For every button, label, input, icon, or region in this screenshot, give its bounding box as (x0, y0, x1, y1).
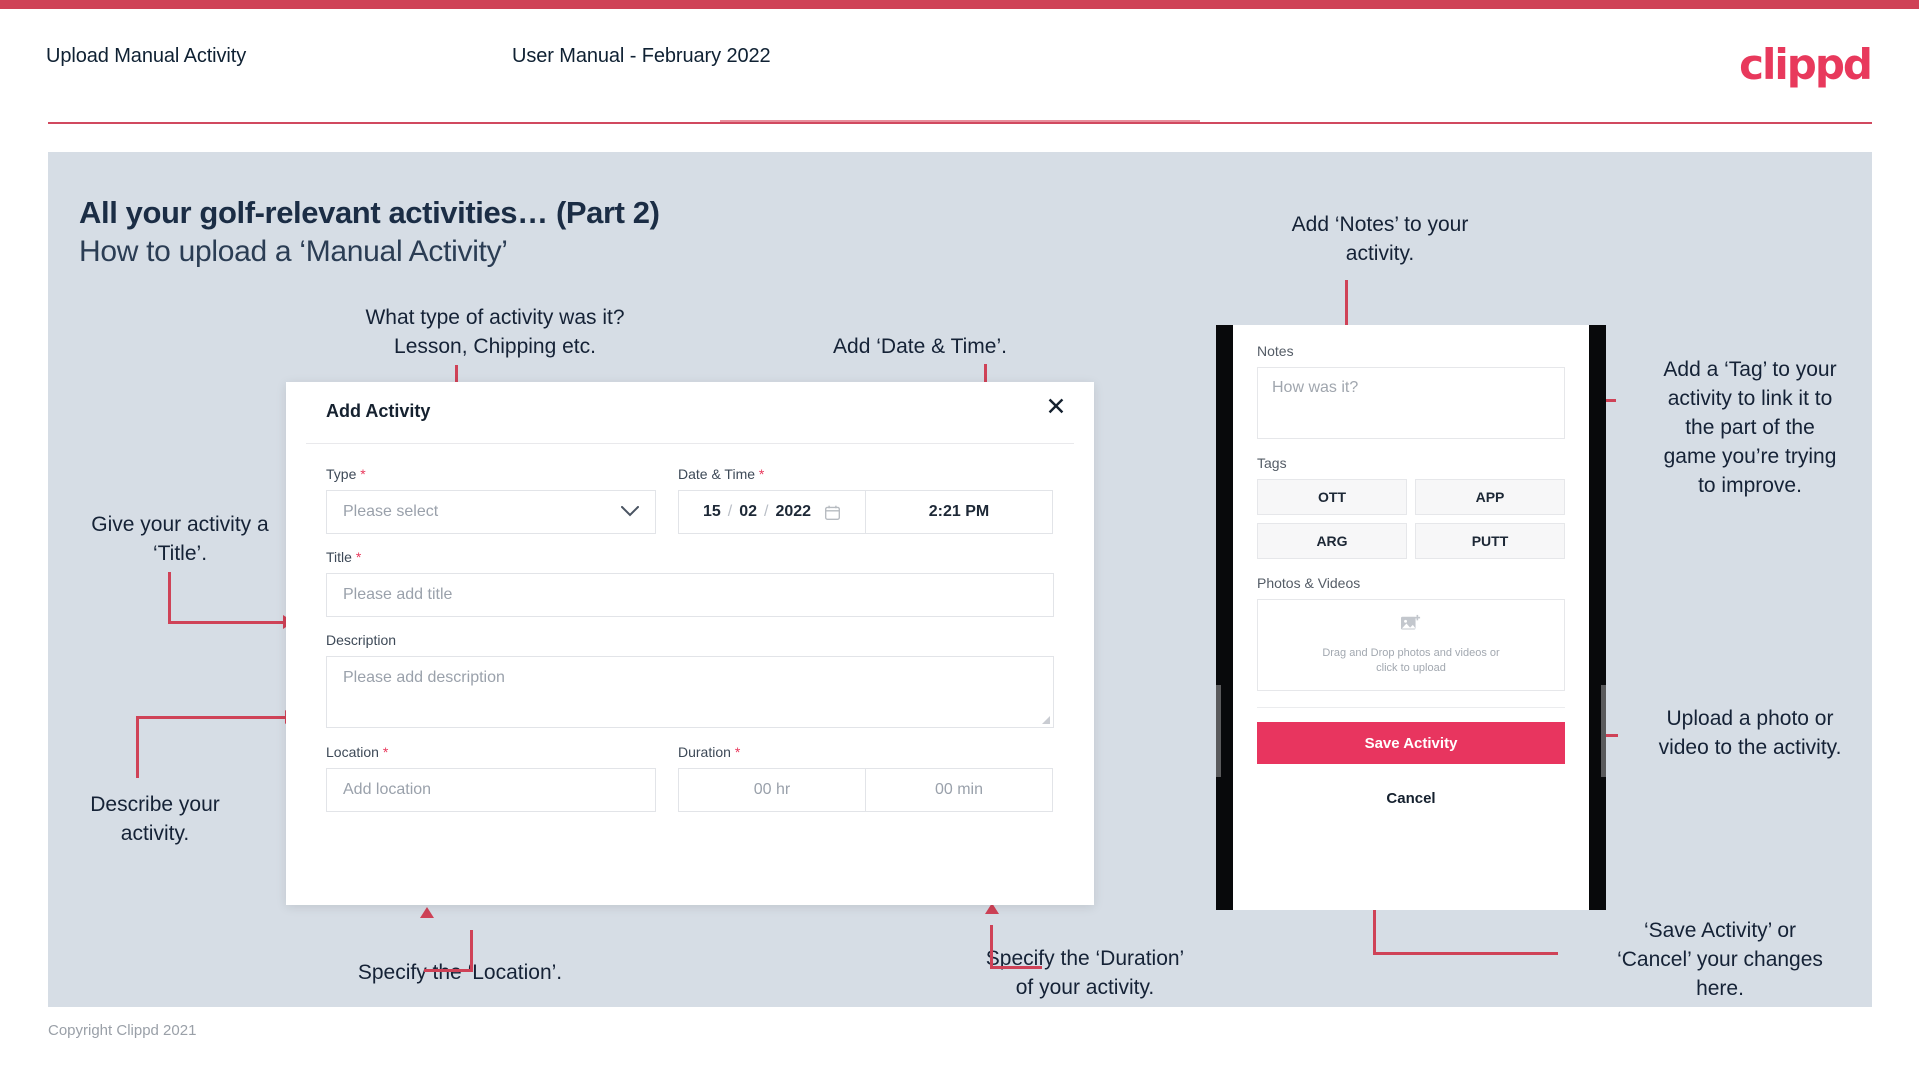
phone-bezel-left (1216, 325, 1233, 910)
photos-videos-label: Photos & Videos (1257, 575, 1361, 591)
annotation-upload: Upload a photo or video to the activity. (1658, 707, 1842, 759)
date-input[interactable]: 15 / 02 / 2022 (678, 490, 865, 534)
datetime-group: 15 / 02 / 2022 2:21 PM (678, 490, 1053, 534)
connector-describe-v (136, 716, 139, 778)
header-divider (48, 122, 1872, 124)
modal-header: Add Activity ✕ (306, 382, 1074, 444)
tags-label: Tags (1257, 455, 1287, 471)
notes-textarea[interactable]: How was it? (1257, 367, 1565, 439)
connector-location-h (424, 969, 473, 972)
type-placeholder: Please select (343, 503, 439, 520)
document-subtitle: User Manual - February 2022 (512, 45, 771, 67)
close-icon[interactable]: ✕ (1040, 392, 1072, 424)
duration-hours-input[interactable]: 00 hr (678, 768, 865, 812)
tag-putt[interactable]: PUTT (1415, 523, 1565, 559)
required-asterisk: * (360, 466, 366, 482)
annotation-duration: Specify the ‘Duration’ of your activity. (985, 947, 1185, 999)
tag-app[interactable]: APP (1415, 479, 1565, 515)
duration-group: 00 hr 00 min (678, 768, 1053, 812)
modal-body: Type * Please select Date & Time * 15 / (286, 444, 1094, 827)
date-sep-2: / (764, 503, 769, 520)
location-input[interactable]: Add location (326, 768, 656, 812)
annotation-datetime: Add ‘Date & Time’. (833, 335, 1007, 358)
date-sep-1: / (727, 503, 733, 520)
modal-title: Add Activity (326, 401, 431, 421)
description-label: Description (326, 632, 397, 648)
annotation-save: ‘Save Activity’ or ‘Cancel’ your changes… (1617, 919, 1823, 1000)
dropzone-text: Drag and Drop photos and videos or click… (1322, 647, 1500, 674)
duration-minutes-input[interactable]: 00 min (865, 768, 1053, 812)
add-image-icon (1400, 614, 1422, 639)
field-type: Type * Please select (326, 466, 656, 534)
tag-arg[interactable]: ARG (1257, 523, 1407, 559)
date-month: 02 (739, 503, 757, 520)
row-type-datetime: Type * Please select Date & Time * 15 / (326, 466, 1054, 549)
photo-dropzone[interactable]: Drag and Drop photos and videos or click… (1257, 599, 1565, 691)
connector-describe-h (136, 716, 288, 719)
slide-page: Upload Manual Activity User Manual - Feb… (0, 0, 1919, 1079)
field-title: Title * Please add title (326, 549, 1054, 617)
connector-save-h (1373, 952, 1558, 955)
save-activity-button[interactable]: Save Activity (1257, 722, 1565, 764)
annotation-location: Specify the ‘Location’. (357, 961, 563, 984)
chevron-down-icon (621, 503, 639, 521)
phone-volume-button-right (1601, 685, 1606, 777)
field-location: Location * Add location (326, 744, 656, 812)
connector-duration-v (990, 925, 993, 969)
time-input[interactable]: 2:21 PM (865, 490, 1053, 534)
title-label: Title * (326, 549, 362, 565)
type-label: Type * (326, 466, 366, 482)
type-select[interactable]: Please select (326, 490, 656, 534)
annotation-type: What type of activity was it? Lesson, Ch… (365, 306, 625, 358)
datetime-label: Date & Time * (678, 466, 765, 482)
tags-grid: OTT APP ARG PUTT (1257, 479, 1565, 559)
required-asterisk: * (734, 744, 741, 760)
calendar-icon[interactable] (824, 504, 841, 521)
add-activity-modal: Add Activity ✕ Type * Please select Date… (286, 382, 1094, 905)
description-placeholder: Please add description (343, 669, 505, 686)
top-accent-bar (0, 0, 1919, 9)
title-placeholder: Please add title (343, 586, 453, 603)
header-divider-overlay (720, 120, 1200, 122)
required-asterisk: * (758, 466, 765, 482)
required-asterisk: * (382, 744, 389, 760)
phone-content: Notes How was it? Tags OTT APP ARG PUTT … (1233, 325, 1589, 807)
field-datetime: Date & Time * 15 / 02 / 2022 2:21 PM (678, 466, 1053, 534)
phone-bezel-right (1589, 325, 1606, 910)
phone-divider (1257, 707, 1565, 708)
row-location-duration: Location * Add location Duration * 00 hr… (326, 744, 1054, 827)
page-title: Upload Manual Activity (46, 45, 247, 67)
connector-duration-h (990, 966, 1042, 969)
notes-placeholder: How was it? (1272, 379, 1359, 396)
annotation-describe: Describe your activity. (90, 793, 220, 845)
duration-label: Duration * (678, 744, 741, 760)
field-duration: Duration * 00 hr 00 min (678, 744, 1053, 812)
location-placeholder: Add location (343, 781, 432, 798)
annotation-notes: Add ‘Notes’ to your activity. (1291, 213, 1469, 265)
tag-ott[interactable]: OTT (1257, 479, 1407, 515)
slide-subheading: How to upload a ‘Manual Activity’ (79, 235, 508, 268)
notes-label: Notes (1257, 343, 1294, 359)
footer-copyright: Copyright Clippd 2021 (48, 1022, 197, 1039)
annotation-tag: Add a ‘Tag’ to your activity to link it … (1663, 358, 1837, 497)
connector-title-v (168, 572, 171, 624)
location-label: Location * (326, 744, 389, 760)
connector-title-h (168, 621, 286, 624)
annotation-title: Give your activity a ‘Title’. (91, 513, 269, 565)
description-textarea[interactable]: Please add description (326, 656, 1054, 728)
date-year: 2022 (775, 503, 812, 520)
field-description: Description Please add description (326, 632, 1054, 728)
slide-heading: All your golf-relevant activities… (Part… (79, 195, 660, 230)
connector-location-arrow (420, 907, 434, 918)
phone-mockup: Notes How was it? Tags OTT APP ARG PUTT … (1216, 325, 1606, 910)
phone-screen: Notes How was it? Tags OTT APP ARG PUTT … (1233, 325, 1589, 910)
title-input[interactable]: Please add title (326, 573, 1054, 617)
phone-volume-button-left (1216, 685, 1221, 777)
required-asterisk: * (355, 549, 362, 565)
connector-location-v (470, 930, 473, 972)
date-day: 15 (702, 503, 721, 520)
clippd-logo: clippd (1739, 40, 1873, 89)
cancel-button[interactable]: Cancel (1257, 790, 1565, 807)
